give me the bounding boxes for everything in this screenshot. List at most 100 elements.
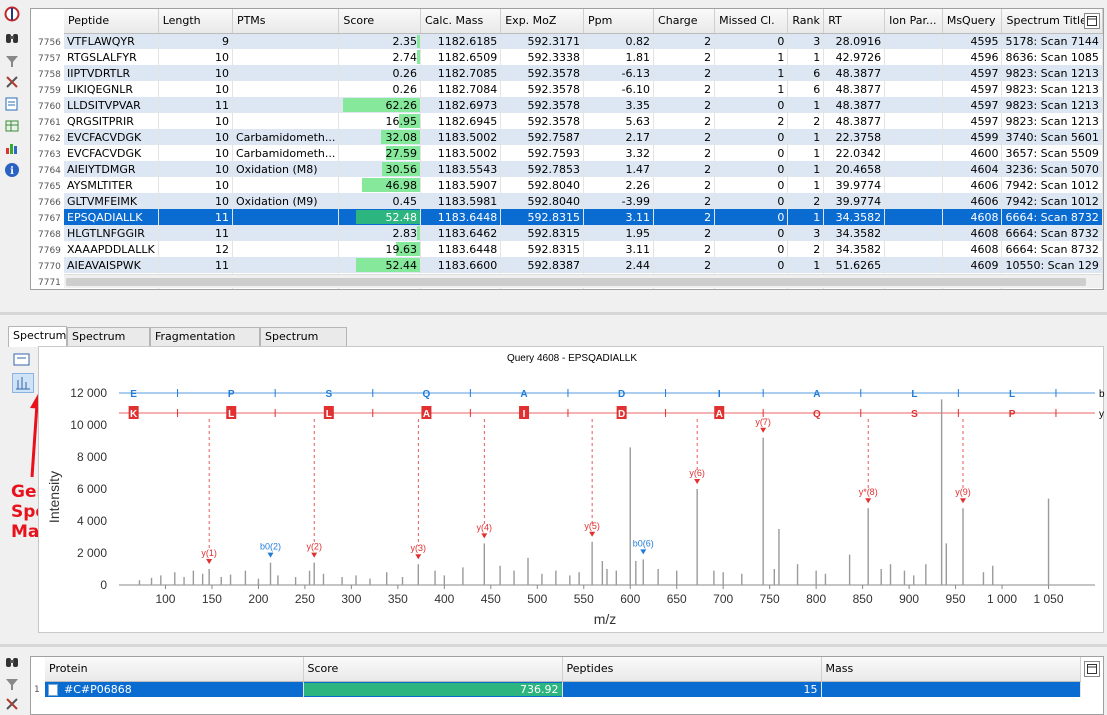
cell-title[interactable]: 3236: Scan 5070 bbox=[1001, 161, 1103, 177]
app-logo-icon[interactable] bbox=[4, 6, 20, 22]
cell-charge[interactable]: 2 bbox=[653, 209, 716, 225]
cell-charge[interactable]: 2 bbox=[653, 193, 716, 209]
cell-peptide[interactable]: RTGSLALFYR bbox=[64, 49, 159, 65]
cell-missed[interactable]: 0 bbox=[714, 33, 789, 49]
cell-rank[interactable]: 3 bbox=[787, 225, 825, 241]
cell-charge[interactable]: 2 bbox=[653, 97, 716, 113]
cell-mass[interactable] bbox=[821, 681, 1081, 697]
cell-rank[interactable]: 1 bbox=[787, 129, 825, 145]
cell-exp[interactable]: 592.8040 bbox=[500, 177, 584, 193]
cell-calc[interactable]: 1183.5002 bbox=[420, 129, 502, 145]
cell-charge[interactable]: 2 bbox=[653, 177, 716, 193]
cell-ppm[interactable]: 3.11 bbox=[583, 241, 655, 257]
cell-calc[interactable]: 1182.7084 bbox=[420, 81, 502, 97]
cell-calc[interactable]: 1183.5981 bbox=[420, 193, 502, 209]
cell-missed[interactable]: 0 bbox=[714, 209, 789, 225]
column-header[interactable]: Peptides bbox=[562, 657, 822, 682]
cell-calc[interactable]: 1182.6509 bbox=[420, 49, 502, 65]
cell-score[interactable]: 16.95 bbox=[338, 113, 421, 129]
column-header[interactable]: Mass bbox=[821, 657, 1081, 682]
cell-exp[interactable]: 592.3578 bbox=[500, 97, 584, 113]
cell-peptide[interactable]: EPSQADIALLK bbox=[64, 209, 159, 225]
column-header[interactable]: Peptide bbox=[64, 9, 159, 34]
cell-ptms[interactable] bbox=[232, 97, 340, 113]
cell-score[interactable]: 0.26 bbox=[338, 65, 421, 81]
cell-peptide[interactable]: QRGSITPRIR bbox=[64, 113, 159, 129]
cell-ptms[interactable] bbox=[232, 49, 340, 65]
cell-rank[interactable]: 1 bbox=[787, 97, 825, 113]
cell-missed[interactable]: 2 bbox=[714, 113, 789, 129]
column-header[interactable]: Length bbox=[158, 9, 233, 34]
cell-msq[interactable]: 4597 bbox=[942, 97, 1003, 113]
table-row[interactable]: QRGSITPRIR 10 16.95 1182.6945 592.3578 5.63 2 2… bbox=[64, 113, 1103, 129]
cell-title[interactable]: 10550: Scan 129 bbox=[1001, 257, 1103, 273]
cell-ion[interactable] bbox=[884, 129, 943, 145]
cell-exp[interactable]: 592.7593 bbox=[500, 145, 584, 161]
cell-peptide[interactable]: EVCFACVDGK bbox=[64, 145, 159, 161]
cell-peptide[interactable]: IIPTVDRTLR bbox=[64, 65, 159, 81]
cell-length[interactable]: 10 bbox=[158, 113, 233, 129]
cell-rank[interactable]: 6 bbox=[787, 65, 825, 81]
table-row[interactable]: LIKIQEGNLR 10 0.26 1182.7084 592.3578 -6.10 2 1… bbox=[64, 81, 1103, 97]
scrollbar-thumb[interactable] bbox=[66, 278, 1086, 286]
cell-score[interactable]: 2.83 bbox=[338, 225, 421, 241]
cell-missed[interactable]: 0 bbox=[714, 145, 789, 161]
column-header[interactable]: Protein bbox=[45, 657, 304, 682]
cell-ppm[interactable]: 2.26 bbox=[583, 177, 655, 193]
cell-length[interactable]: 10 bbox=[158, 193, 233, 209]
cell-charge[interactable]: 2 bbox=[653, 145, 716, 161]
cell-peptide[interactable]: XAAAPDDLALLK bbox=[64, 241, 159, 257]
cell-calc[interactable]: 1183.6448 bbox=[420, 241, 502, 257]
cell-rt[interactable]: 34.3582 bbox=[823, 241, 886, 257]
cell-score[interactable]: 0.26 bbox=[338, 81, 421, 97]
cell-ptms[interactable]: Oxidation (M8) bbox=[232, 161, 340, 177]
tab-spectrum[interactable]: Spectrum bbox=[8, 326, 67, 347]
cell-peptide[interactable]: AIEIYTDMGR bbox=[64, 161, 159, 177]
cell-missed[interactable]: 0 bbox=[714, 129, 789, 145]
cell-rank[interactable]: 3 bbox=[787, 33, 825, 49]
cell-score[interactable]: 32.08 bbox=[338, 129, 421, 145]
cell-score[interactable]: 52.48 bbox=[338, 209, 421, 225]
cell-ppm[interactable]: 1.95 bbox=[583, 225, 655, 241]
cell-length[interactable]: 11 bbox=[158, 257, 233, 273]
cell-peptide[interactable]: AYSMLTITER bbox=[64, 177, 159, 193]
cell-title[interactable]: 9823: Scan 1213 bbox=[1001, 65, 1103, 81]
cell-score[interactable]: 27.59 bbox=[338, 145, 421, 161]
cell-msq[interactable]: 4599 bbox=[942, 129, 1003, 145]
spectrum-export-button[interactable] bbox=[12, 351, 34, 371]
export-icon[interactable] bbox=[4, 96, 20, 112]
column-header[interactable]: Score bbox=[303, 657, 563, 682]
cell-missed[interactable]: 0 bbox=[714, 225, 789, 241]
cell-msq[interactable]: 4596 bbox=[942, 49, 1003, 65]
table-row[interactable]: EVCFACVDGK 10 Carbamidometh... 27.59 1183.50… bbox=[64, 145, 1103, 161]
cell-calc[interactable]: 1183.6448 bbox=[420, 209, 502, 225]
cell-ptms[interactable] bbox=[232, 81, 340, 97]
cell-rt[interactable]: 48.3877 bbox=[823, 81, 886, 97]
cell-ptms[interactable] bbox=[232, 33, 340, 49]
cell-score[interactable]: 46.98 bbox=[338, 177, 421, 193]
cell-length[interactable]: 10 bbox=[158, 49, 233, 65]
column-header[interactable]: Charge bbox=[653, 9, 716, 34]
column-header[interactable]: Ppm bbox=[583, 9, 655, 34]
table-row[interactable]: EPSQADIALLK 11 52.48 1183.6448 592.8315 3.11 2… bbox=[64, 209, 1103, 225]
cell-calc[interactable]: 1183.5002 bbox=[420, 145, 502, 161]
cell-missed[interactable]: 0 bbox=[714, 177, 789, 193]
cell-ion[interactable] bbox=[884, 113, 943, 129]
cell-missed[interactable]: 0 bbox=[714, 161, 789, 177]
generate-spectrum-matches-button[interactable] bbox=[12, 373, 34, 393]
cell-title[interactable]: 9823: Scan 1213 bbox=[1001, 113, 1103, 129]
cell-exp[interactable]: 592.8315 bbox=[500, 241, 584, 257]
cell-exp[interactable]: 592.8315 bbox=[500, 225, 584, 241]
cell-missed[interactable]: 0 bbox=[714, 257, 789, 273]
tools-icon[interactable] bbox=[4, 74, 20, 90]
cell-rt[interactable]: 39.9774 bbox=[823, 193, 886, 209]
cell-rt[interactable]: 22.0342 bbox=[823, 145, 886, 161]
cell-rank[interactable]: 1 bbox=[787, 161, 825, 177]
cell-charge[interactable]: 2 bbox=[653, 113, 716, 129]
columns-icon[interactable] bbox=[4, 118, 20, 134]
cell-peptide[interactable]: AIEAVAISPWK bbox=[64, 257, 159, 273]
cell-ppm[interactable]: 1.47 bbox=[583, 161, 655, 177]
cell-rt[interactable]: 39.9774 bbox=[823, 177, 886, 193]
cell-exp[interactable]: 592.8387 bbox=[500, 257, 584, 273]
cell-rt[interactable]: 34.3582 bbox=[823, 209, 886, 225]
